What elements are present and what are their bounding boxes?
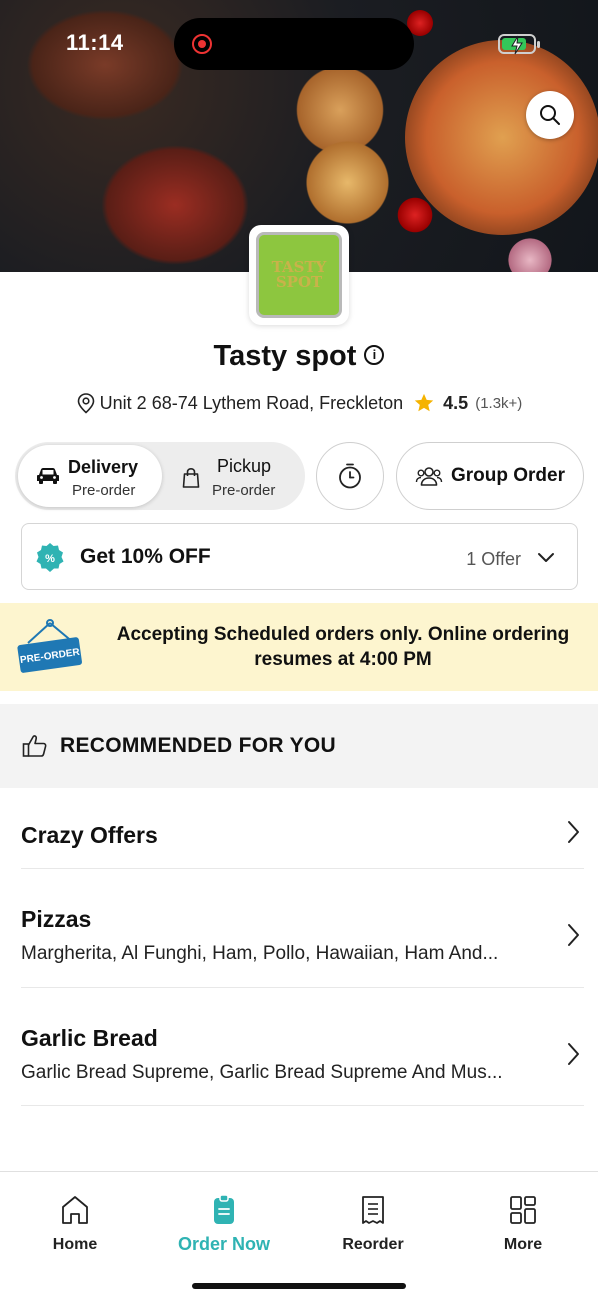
chevron-right-icon (568, 924, 579, 946)
schedule-timer-button[interactable] (316, 442, 384, 510)
recording-indicator-icon (192, 34, 212, 54)
tab-reorder[interactable]: Reorder (313, 1194, 433, 1254)
category-name: Crazy Offers (21, 822, 158, 848)
svg-text:%: % (45, 553, 55, 565)
category-name: Pizzas (21, 906, 92, 932)
search-button[interactable] (526, 91, 574, 139)
recommended-title: RECOMMENDED FOR YOU (60, 734, 336, 757)
battery-icon (498, 34, 540, 55)
banner-message: Accepting Scheduled orders only. Online … (116, 624, 570, 670)
category-row[interactable]: Pizzas Margherita, Al Funghi, Ham, Pollo… (21, 869, 584, 988)
rating-value: 4.5 (443, 392, 469, 413)
tab-label: Order Now (177, 1234, 270, 1254)
pre-order-sign-icon: PRE-ORDER (17, 619, 82, 673)
store-address: Unit 2 68-74 Lythem Road, Freckleton (99, 392, 404, 413)
category-name: Garlic Bread (21, 1025, 158, 1051)
tab-order-now[interactable]: Order Now (164, 1194, 284, 1255)
bottom-tab-bar: Home Order Now Reorder More (0, 1171, 598, 1300)
logo-text: TASTY SPOT (271, 258, 327, 291)
chevron-right-icon (568, 1043, 579, 1065)
info-icon[interactable]: i (364, 345, 385, 365)
tab-label: Reorder (342, 1236, 404, 1253)
tab-label: More (503, 1236, 543, 1253)
shopping-bag-icon (182, 467, 200, 488)
stopwatch-icon (339, 463, 361, 489)
delivery-label: Delivery (68, 457, 139, 477)
offer-title: Get 10% OFF (80, 545, 211, 568)
order-mode-toggle: Delivery Pre-order Pickup Pre-order (15, 442, 305, 510)
tab-more[interactable]: More (463, 1194, 583, 1254)
thumbs-up-icon (22, 735, 47, 757)
car-icon (37, 468, 59, 484)
category-row[interactable]: Crazy Offers (21, 788, 584, 869)
recommended-header: RECOMMENDED FOR YOU (0, 704, 598, 788)
grid-icon (510, 1196, 536, 1224)
delivery-option[interactable]: Delivery Pre-order (18, 445, 162, 507)
chevron-down-icon (538, 553, 554, 562)
status-time: 11:14 (66, 30, 124, 55)
group-order-button[interactable]: Group Order (396, 442, 584, 510)
pickup-label: Pickup (217, 456, 272, 476)
dynamic-island (174, 18, 414, 70)
pickup-option[interactable]: Pickup Pre-order (165, 445, 302, 507)
scheduled-orders-banner: PRE-ORDER Accepting Scheduled orders onl… (0, 603, 598, 691)
store-address-row: Unit 2 68-74 Lythem Road, Freckleton 4.5… (0, 392, 598, 414)
delivery-sub: Pre-order (72, 482, 136, 499)
rating-count: (1.3k+) (475, 394, 523, 412)
home-indicator (192, 1283, 406, 1289)
order-now-icon (214, 1194, 234, 1224)
category-description: Garlic Bread Supreme, Garlic Bread Supre… (21, 1062, 503, 1083)
search-icon (540, 105, 560, 125)
pickup-sub: Pre-order (212, 482, 276, 499)
group-order-label: Group Order (450, 465, 565, 486)
chevron-right-icon (568, 821, 579, 843)
store-name: Tasty spot (213, 340, 357, 372)
home-icon (62, 1196, 88, 1224)
store-logo: TASTY SPOT (249, 225, 349, 325)
discount-badge-icon: % (36, 543, 64, 572)
location-pin-icon (77, 393, 94, 414)
offer-count: 1 Offer (466, 549, 521, 569)
group-users-icon (415, 467, 443, 486)
store-title-row: Tasty spot i (0, 340, 598, 373)
category-row[interactable]: Garlic Bread Garlic Bread Supreme, Garli… (21, 988, 584, 1106)
tab-label: Home (52, 1236, 98, 1253)
receipt-icon (362, 1196, 384, 1224)
tab-home[interactable]: Home (15, 1194, 135, 1254)
offer-card[interactable]: % Get 10% OFF 1 Offer (21, 523, 578, 590)
star-icon (415, 393, 434, 412)
category-description: Margherita, Al Funghi, Ham, Pollo, Hawai… (21, 943, 499, 964)
